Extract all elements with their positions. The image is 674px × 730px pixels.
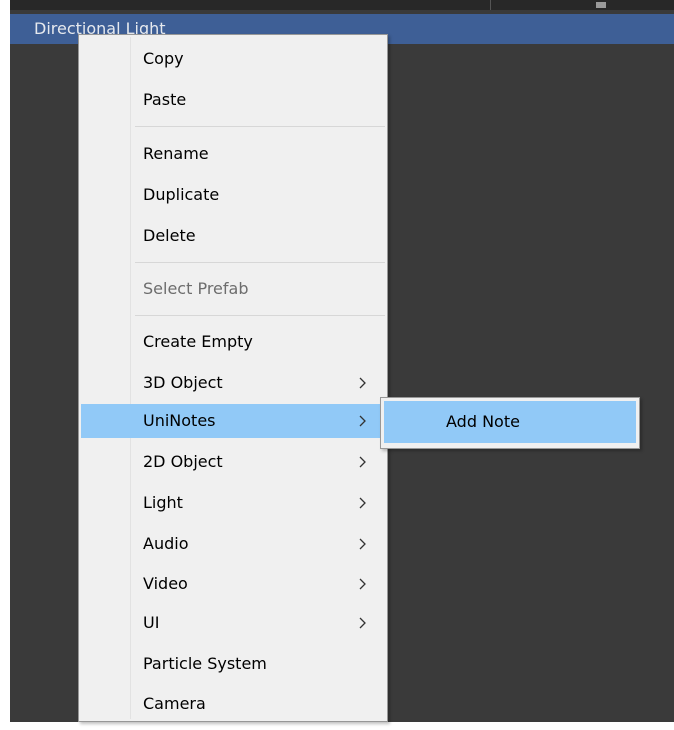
chevron-right-icon [359, 578, 366, 590]
menu-item-label: Camera [143, 694, 206, 713]
menu-item-add-note[interactable]: Add Note [384, 401, 636, 443]
chevron-right-icon [359, 415, 366, 427]
menu-separator [135, 315, 385, 316]
menu-item-label: Delete [143, 226, 196, 245]
menu-item-2d-object[interactable]: 2D Object [81, 445, 385, 479]
menu-separator [135, 262, 385, 263]
chevron-right-icon [359, 377, 366, 389]
menu-item-audio[interactable]: Audio [81, 527, 385, 561]
menu-item-label: Rename [143, 144, 209, 163]
chevron-right-icon [359, 617, 366, 629]
chevron-right-icon [359, 456, 366, 468]
menu-item-create-empty[interactable]: Create Empty [81, 325, 385, 359]
menu-item-label: Copy [143, 49, 184, 68]
menu-item-3d-object[interactable]: 3D Object [81, 366, 385, 400]
menu-item-light[interactable]: Light [81, 486, 385, 520]
menu-item-select-prefab: Select Prefab [81, 272, 385, 306]
menu-item-label: Audio [143, 534, 189, 553]
menu-item-uninotes[interactable]: UniNotes [81, 404, 385, 438]
menu-item-label: Particle System [143, 654, 267, 673]
chevron-right-icon [359, 497, 366, 509]
menu-item-delete[interactable]: Delete [81, 219, 385, 253]
menu-item-label: UI [143, 613, 160, 632]
menu-item-video[interactable]: Video [81, 567, 385, 601]
menu-item-label: Duplicate [143, 185, 220, 204]
menu-item-label: Light [143, 493, 183, 512]
panel-divider [490, 0, 491, 10]
menu-item-label: Create Empty [143, 332, 253, 351]
menu-item-particle-system[interactable]: Particle System [81, 647, 385, 681]
menu-item-label: Select Prefab [143, 279, 249, 298]
menu-item-label: UniNotes [143, 411, 216, 430]
menu-item-rename[interactable]: Rename [81, 137, 385, 171]
panel-top-strip [10, 0, 674, 10]
menu-item-label: Paste [143, 90, 187, 109]
menu-item-label: 3D Object [143, 373, 223, 392]
scrollbar-handle[interactable] [596, 2, 606, 8]
menu-separator [135, 126, 385, 127]
uninotes-submenu: Add Note [380, 397, 640, 449]
menu-item-ui[interactable]: UI [81, 606, 385, 640]
context-menu: Copy Paste Rename Duplicate Delete Selec… [78, 34, 388, 722]
chevron-right-icon [359, 538, 366, 550]
menu-item-duplicate[interactable]: Duplicate [81, 178, 385, 212]
menu-item-copy[interactable]: Copy [81, 42, 385, 76]
menu-item-label: Add Note [446, 412, 520, 431]
menu-item-label: 2D Object [143, 452, 223, 471]
menu-item-paste[interactable]: Paste [81, 83, 385, 117]
menu-item-label: Video [143, 574, 188, 593]
menu-item-camera[interactable]: Camera [81, 687, 385, 721]
